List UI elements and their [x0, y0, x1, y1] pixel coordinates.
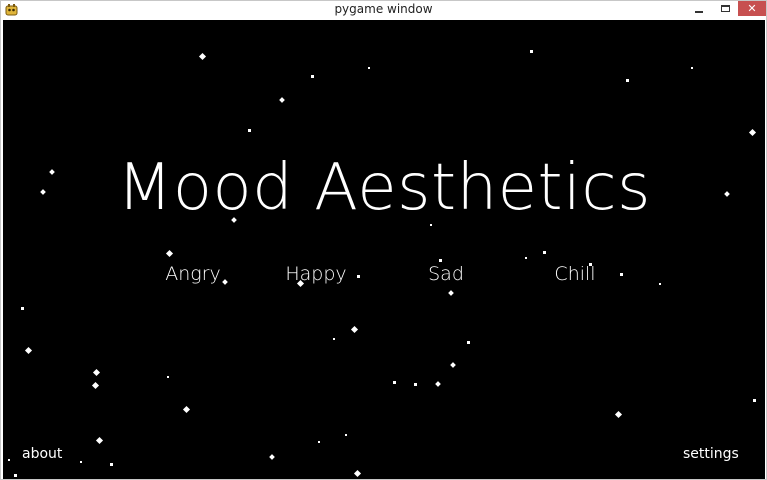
minimize-icon — [695, 10, 703, 13]
star-dot — [691, 67, 693, 69]
star-dot — [392, 380, 396, 384]
star-dot — [466, 340, 470, 344]
star-dot — [368, 67, 370, 69]
star-dot — [450, 362, 456, 368]
star-dot — [92, 368, 100, 376]
maximize-icon — [720, 5, 730, 12]
mood-button-sad[interactable]: Sad — [391, 260, 501, 288]
star-dot — [80, 461, 82, 463]
star-dot — [345, 434, 347, 436]
close-icon: ✕ — [747, 2, 757, 15]
star-dot — [165, 249, 173, 257]
star-dot — [413, 382, 417, 386]
star-dot — [95, 436, 103, 444]
star-dot — [614, 410, 622, 418]
star-dot — [525, 257, 527, 259]
star-dot — [279, 97, 285, 103]
star-dot — [748, 128, 756, 136]
star-dot — [247, 128, 251, 132]
star-dot — [435, 381, 441, 387]
star-dot — [542, 250, 546, 254]
star-dot — [13, 473, 17, 477]
star-dot — [625, 78, 629, 82]
starfield — [3, 20, 765, 479]
about-button[interactable]: about — [22, 444, 62, 464]
maximize-button[interactable] — [712, 1, 738, 16]
star-dot — [752, 398, 756, 402]
star-dot — [20, 306, 24, 310]
star-dot — [529, 49, 533, 53]
star-dot — [8, 459, 10, 461]
pygame-window: pygame window ✕ Mood Aesthetics Angry Ha… — [0, 0, 767, 480]
star-dot — [91, 381, 99, 389]
title-bar[interactable]: pygame window ✕ — [1, 1, 766, 19]
game-canvas[interactable]: Mood Aesthetics Angry Happy Sad Chill ab… — [3, 20, 765, 479]
close-button[interactable]: ✕ — [738, 1, 766, 16]
star-dot — [182, 405, 190, 413]
settings-button[interactable]: settings — [683, 444, 739, 464]
mood-button-happy[interactable]: Happy — [261, 260, 371, 288]
minimize-button[interactable] — [686, 1, 712, 16]
star-dot — [353, 469, 361, 477]
star-dot — [24, 346, 32, 354]
star-dot — [333, 338, 335, 340]
star-dot — [198, 52, 206, 60]
app-title: Mood Aesthetics — [117, 151, 651, 225]
window-title: pygame window — [334, 2, 433, 16]
star-dot — [109, 462, 113, 466]
mood-button-chill[interactable]: Chill — [520, 260, 630, 288]
star-dot — [167, 376, 169, 378]
star-dot — [310, 74, 314, 78]
mood-button-angry[interactable]: Angry — [138, 260, 248, 288]
star-dot — [350, 325, 358, 333]
star-dot — [269, 454, 275, 460]
star-dot — [448, 290, 454, 296]
star-dot — [318, 441, 320, 443]
star-dot — [659, 283, 661, 285]
